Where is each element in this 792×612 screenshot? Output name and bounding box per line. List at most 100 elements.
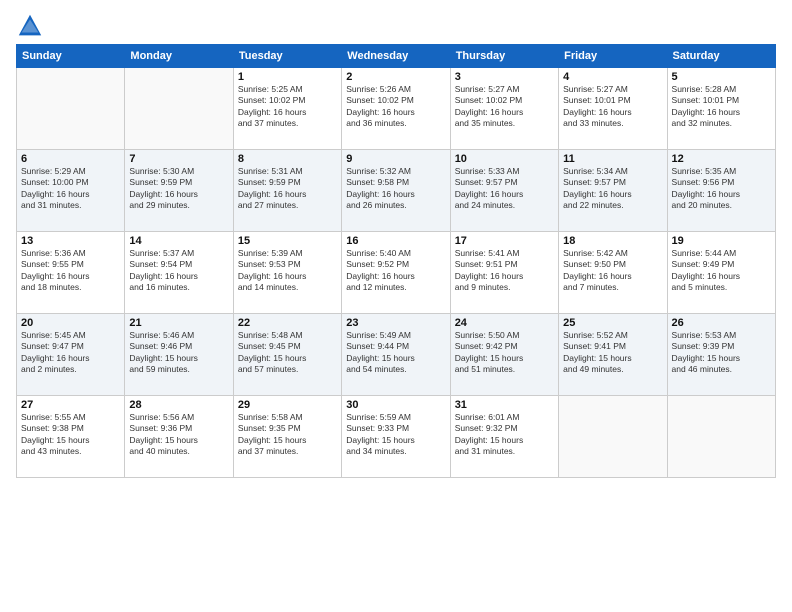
calendar-cell: 27Sunrise: 5:55 AM Sunset: 9:38 PM Dayli… [17,396,125,478]
day-number: 31 [455,399,554,411]
day-info: Sunrise: 5:29 AM Sunset: 10:00 PM Daylig… [21,166,120,212]
day-info: Sunrise: 5:44 AM Sunset: 9:49 PM Dayligh… [672,248,771,294]
day-info: Sunrise: 5:33 AM Sunset: 9:57 PM Dayligh… [455,166,554,212]
day-info: Sunrise: 5:27 AM Sunset: 10:02 PM Daylig… [455,84,554,130]
day-number: 30 [346,399,445,411]
calendar-cell: 6Sunrise: 5:29 AM Sunset: 10:00 PM Dayli… [17,150,125,232]
day-info: Sunrise: 5:56 AM Sunset: 9:36 PM Dayligh… [129,412,228,458]
calendar-header-thursday: Thursday [450,45,558,68]
day-number: 19 [672,235,771,247]
day-info: Sunrise: 6:01 AM Sunset: 9:32 PM Dayligh… [455,412,554,458]
day-info: Sunrise: 5:25 AM Sunset: 10:02 PM Daylig… [238,84,337,130]
calendar-cell: 24Sunrise: 5:50 AM Sunset: 9:42 PM Dayli… [450,314,558,396]
day-info: Sunrise: 5:42 AM Sunset: 9:50 PM Dayligh… [563,248,662,294]
calendar-cell: 8Sunrise: 5:31 AM Sunset: 9:59 PM Daylig… [233,150,341,232]
calendar-cell: 18Sunrise: 5:42 AM Sunset: 9:50 PM Dayli… [559,232,667,314]
day-number: 5 [672,71,771,83]
day-info: Sunrise: 5:55 AM Sunset: 9:38 PM Dayligh… [21,412,120,458]
calendar-cell: 1Sunrise: 5:25 AM Sunset: 10:02 PM Dayli… [233,68,341,150]
calendar-cell: 14Sunrise: 5:37 AM Sunset: 9:54 PM Dayli… [125,232,233,314]
calendar-cell [559,396,667,478]
day-info: Sunrise: 5:37 AM Sunset: 9:54 PM Dayligh… [129,248,228,294]
calendar-cell: 12Sunrise: 5:35 AM Sunset: 9:56 PM Dayli… [667,150,775,232]
day-number: 29 [238,399,337,411]
day-number: 2 [346,71,445,83]
calendar-week-4: 20Sunrise: 5:45 AM Sunset: 9:47 PM Dayli… [17,314,776,396]
calendar-cell: 20Sunrise: 5:45 AM Sunset: 9:47 PM Dayli… [17,314,125,396]
day-number: 26 [672,317,771,329]
day-number: 18 [563,235,662,247]
calendar-header-friday: Friday [559,45,667,68]
day-info: Sunrise: 5:52 AM Sunset: 9:41 PM Dayligh… [563,330,662,376]
calendar-header-wednesday: Wednesday [342,45,450,68]
calendar-cell: 7Sunrise: 5:30 AM Sunset: 9:59 PM Daylig… [125,150,233,232]
day-number: 27 [21,399,120,411]
day-info: Sunrise: 5:45 AM Sunset: 9:47 PM Dayligh… [21,330,120,376]
day-number: 22 [238,317,337,329]
calendar-cell: 10Sunrise: 5:33 AM Sunset: 9:57 PM Dayli… [450,150,558,232]
day-number: 14 [129,235,228,247]
calendar-table: SundayMondayTuesdayWednesdayThursdayFrid… [16,44,776,478]
calendar-header-row: SundayMondayTuesdayWednesdayThursdayFrid… [17,45,776,68]
calendar-week-5: 27Sunrise: 5:55 AM Sunset: 9:38 PM Dayli… [17,396,776,478]
day-number: 23 [346,317,445,329]
day-number: 10 [455,153,554,165]
calendar-cell: 30Sunrise: 5:59 AM Sunset: 9:33 PM Dayli… [342,396,450,478]
calendar-cell: 25Sunrise: 5:52 AM Sunset: 9:41 PM Dayli… [559,314,667,396]
day-info: Sunrise: 5:31 AM Sunset: 9:59 PM Dayligh… [238,166,337,212]
day-info: Sunrise: 5:26 AM Sunset: 10:02 PM Daylig… [346,84,445,130]
calendar-header-saturday: Saturday [667,45,775,68]
calendar-header-sunday: Sunday [17,45,125,68]
calendar-week-3: 13Sunrise: 5:36 AM Sunset: 9:55 PM Dayli… [17,232,776,314]
day-number: 24 [455,317,554,329]
calendar-cell: 19Sunrise: 5:44 AM Sunset: 9:49 PM Dayli… [667,232,775,314]
calendar-header-tuesday: Tuesday [233,45,341,68]
calendar-cell: 26Sunrise: 5:53 AM Sunset: 9:39 PM Dayli… [667,314,775,396]
calendar-cell: 31Sunrise: 6:01 AM Sunset: 9:32 PM Dayli… [450,396,558,478]
calendar-cell: 3Sunrise: 5:27 AM Sunset: 10:02 PM Dayli… [450,68,558,150]
day-number: 28 [129,399,228,411]
day-info: Sunrise: 5:30 AM Sunset: 9:59 PM Dayligh… [129,166,228,212]
day-number: 8 [238,153,337,165]
day-info: Sunrise: 5:39 AM Sunset: 9:53 PM Dayligh… [238,248,337,294]
calendar-cell: 15Sunrise: 5:39 AM Sunset: 9:53 PM Dayli… [233,232,341,314]
day-number: 21 [129,317,228,329]
day-info: Sunrise: 5:27 AM Sunset: 10:01 PM Daylig… [563,84,662,130]
day-info: Sunrise: 5:53 AM Sunset: 9:39 PM Dayligh… [672,330,771,376]
day-info: Sunrise: 5:36 AM Sunset: 9:55 PM Dayligh… [21,248,120,294]
day-number: 20 [21,317,120,329]
header [16,12,776,40]
day-number: 3 [455,71,554,83]
day-number: 16 [346,235,445,247]
calendar-cell [667,396,775,478]
calendar-cell: 22Sunrise: 5:48 AM Sunset: 9:45 PM Dayli… [233,314,341,396]
calendar-cell: 21Sunrise: 5:46 AM Sunset: 9:46 PM Dayli… [125,314,233,396]
page: SundayMondayTuesdayWednesdayThursdayFrid… [0,0,792,612]
day-info: Sunrise: 5:49 AM Sunset: 9:44 PM Dayligh… [346,330,445,376]
day-number: 9 [346,153,445,165]
calendar-cell [17,68,125,150]
day-info: Sunrise: 5:32 AM Sunset: 9:58 PM Dayligh… [346,166,445,212]
day-number: 4 [563,71,662,83]
day-info: Sunrise: 5:41 AM Sunset: 9:51 PM Dayligh… [455,248,554,294]
calendar-cell: 9Sunrise: 5:32 AM Sunset: 9:58 PM Daylig… [342,150,450,232]
day-number: 1 [238,71,337,83]
calendar-week-2: 6Sunrise: 5:29 AM Sunset: 10:00 PM Dayli… [17,150,776,232]
day-number: 6 [21,153,120,165]
day-info: Sunrise: 5:46 AM Sunset: 9:46 PM Dayligh… [129,330,228,376]
calendar-cell: 17Sunrise: 5:41 AM Sunset: 9:51 PM Dayli… [450,232,558,314]
day-number: 7 [129,153,228,165]
calendar-cell: 28Sunrise: 5:56 AM Sunset: 9:36 PM Dayli… [125,396,233,478]
calendar-cell: 4Sunrise: 5:27 AM Sunset: 10:01 PM Dayli… [559,68,667,150]
day-info: Sunrise: 5:58 AM Sunset: 9:35 PM Dayligh… [238,412,337,458]
calendar-header-monday: Monday [125,45,233,68]
calendar-cell [125,68,233,150]
day-number: 25 [563,317,662,329]
logo-icon [16,12,44,40]
day-info: Sunrise: 5:28 AM Sunset: 10:01 PM Daylig… [672,84,771,130]
day-info: Sunrise: 5:34 AM Sunset: 9:57 PM Dayligh… [563,166,662,212]
day-info: Sunrise: 5:48 AM Sunset: 9:45 PM Dayligh… [238,330,337,376]
day-info: Sunrise: 5:40 AM Sunset: 9:52 PM Dayligh… [346,248,445,294]
day-info: Sunrise: 5:59 AM Sunset: 9:33 PM Dayligh… [346,412,445,458]
day-number: 13 [21,235,120,247]
